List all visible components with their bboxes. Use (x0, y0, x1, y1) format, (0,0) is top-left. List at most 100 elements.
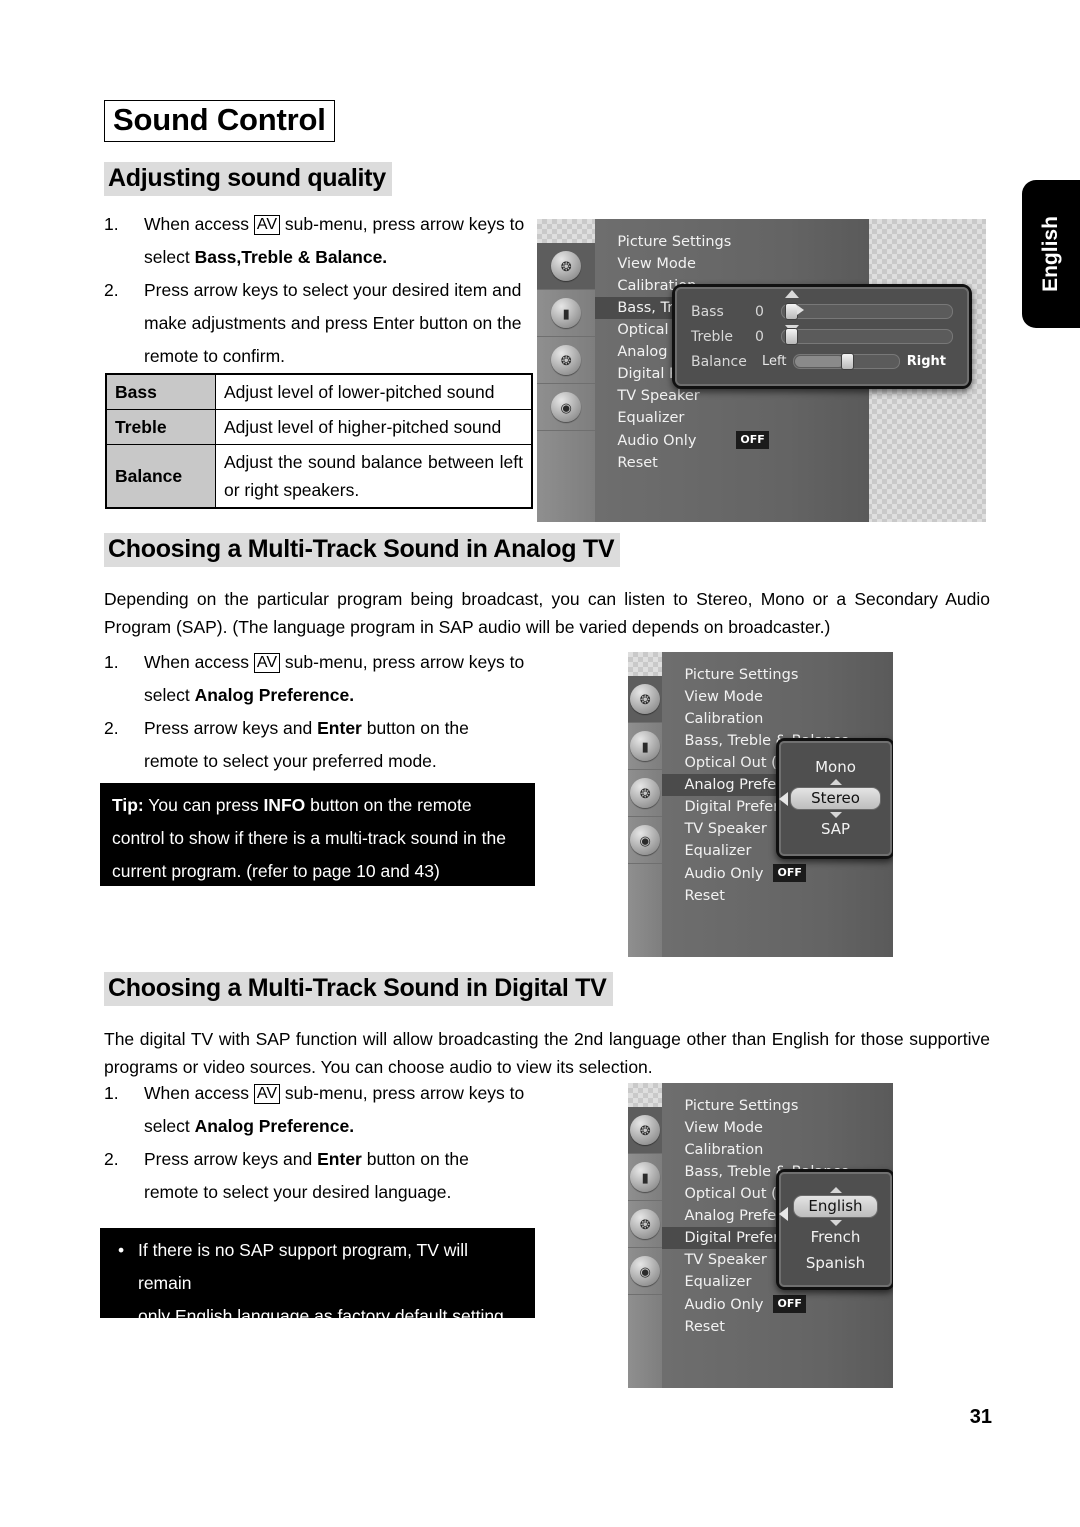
slider-row-treble: Treble 0 (691, 328, 953, 345)
table-cell-key: Balance (105, 444, 216, 509)
osd-icon-camera[interactable]: ◉ (537, 384, 596, 432)
table-cell-key: Bass (105, 373, 216, 410)
step-text: When access AV sub-menu, press arrow key… (144, 1077, 534, 1143)
av-key-icon: AV (253, 215, 281, 235)
table-row: Balance Adjust the sound balance between… (105, 444, 533, 509)
osd-icon-strip: ❂ ▮ ❂ ◉ (628, 1107, 663, 1388)
osd-icon-audio[interactable]: ❂ (628, 1201, 663, 1249)
table-cell-value: Adjust the sound balance between left or… (215, 444, 533, 509)
page-number: 31 (969, 1406, 992, 1428)
option-french[interactable]: French (811, 1228, 861, 1247)
step-line: Press arrow keys and Enter button on the (144, 1149, 469, 1169)
steps-section-2: 1. When access AV sub-menu, press arrow … (104, 646, 534, 778)
osd-icon-picture[interactable]: ❂ (537, 243, 596, 291)
option-sap[interactable]: SAP (821, 820, 850, 839)
audio-only-status-badge: OFF (773, 1295, 806, 1313)
av-key-icon: AV (253, 1084, 281, 1104)
step-item: 2. Press arrow keys and Enter button on … (104, 712, 534, 778)
osd-screenshot-bass-treble-balance: ❂ ▮ ❂ ◉ Picture Settings View Mode Calib… (537, 219, 986, 522)
osd-language-selector: English French Spanish (776, 1169, 893, 1290)
osd-menu-item-view-mode[interactable]: View Mode (662, 1117, 893, 1139)
osd-menu-item-calibration[interactable]: Calibration (662, 708, 893, 730)
slider-label: Balance (691, 353, 747, 370)
audio-icon: ❂ (630, 1209, 661, 1240)
treble-slider-knob[interactable] (785, 328, 799, 345)
balance-slider-knob[interactable] (841, 353, 855, 370)
display-icon: ▮ (551, 298, 582, 329)
option-english-selected[interactable]: English (793, 1194, 878, 1218)
note-line: control to show if there is a multi-trac… (112, 828, 506, 848)
step-text: Press arrow keys and Enter button on the… (144, 1143, 534, 1209)
step-number: 2. (104, 280, 119, 300)
step-item: 1. When access AV sub-menu, press arrow … (104, 1077, 534, 1143)
option-spanish[interactable]: Spanish (806, 1254, 865, 1273)
step-text: Press arrow keys and Enter button on the… (144, 712, 534, 778)
slider-value: 0 (755, 303, 764, 320)
osd-menu-item-audio-only[interactable]: Audio Only OFF (662, 862, 893, 885)
audio-only-status-badge: OFF (773, 864, 806, 882)
audio-only-status-badge: OFF (736, 431, 769, 449)
balance-right-label: Right (906, 354, 946, 369)
bass-slider-knob[interactable] (784, 290, 805, 333)
osd-icon-camera[interactable]: ◉ (628, 1248, 663, 1296)
language-tab: English (1022, 180, 1080, 328)
osd-icon-display[interactable]: ▮ (628, 723, 663, 771)
option-mono[interactable]: Mono (815, 758, 856, 777)
osd-menu-item-calibration[interactable]: Calibration (662, 1139, 893, 1161)
osd-menu-item-reset[interactable]: Reset (662, 1316, 893, 1338)
bass-slider[interactable] (781, 290, 953, 333)
sound-definitions-table: Bass Adjust level of lower-pitched sound… (105, 373, 533, 509)
osd-icon-audio[interactable]: ❂ (537, 337, 596, 385)
osd-icon-camera[interactable]: ◉ (628, 817, 663, 865)
arrow-up-icon (784, 290, 799, 298)
audio-icon: ❂ (630, 778, 661, 809)
osd-menu-item-reset[interactable]: Reset (595, 452, 869, 474)
osd-icon-picture[interactable]: ❂ (628, 676, 663, 724)
section-heading-analog-multitrack: Choosing a Multi-Track Sound in Analog T… (104, 533, 621, 567)
picture-icon: ❂ (551, 251, 582, 282)
balance-slider-fill (795, 356, 845, 367)
table-cell-value: Adjust level of lower-pitched sound (215, 373, 533, 410)
osd-menu-item-view-mode[interactable]: View Mode (662, 686, 893, 708)
option-stereo-selected[interactable]: Stereo (790, 787, 881, 810)
step-line: When access AV sub-menu, press arrow key… (144, 214, 525, 235)
osd-menu-label: Audio Only (617, 433, 697, 449)
osd-menu-item-picture-settings[interactable]: Picture Settings (662, 664, 893, 686)
osd-menu-item-reset[interactable]: Reset (662, 885, 893, 907)
arrow-left-icon (779, 791, 788, 806)
arrow-left-icon (779, 1206, 788, 1221)
step-item: 2. Press arrow keys and Enter button on … (104, 1143, 534, 1209)
table-row: Treble Adjust level of higher-pitched so… (105, 409, 533, 445)
section-heading-adjusting-sound-quality: Adjusting sound quality (104, 162, 392, 196)
osd-icon-display[interactable]: ▮ (537, 290, 596, 338)
osd-menu-item-audio-only[interactable]: Audio Only OFF (595, 429, 869, 452)
osd-menu-item-picture-settings[interactable]: Picture Settings (662, 1095, 893, 1117)
osd-menu-item-equalizer[interactable]: Equalizer (595, 407, 869, 429)
osd-icon-audio[interactable]: ❂ (628, 770, 663, 818)
note-line: current program. (refer to page 10 and 4… (112, 861, 440, 881)
balance-slider[interactable] (793, 353, 900, 370)
picture-icon: ❂ (630, 1115, 661, 1146)
osd-icon-display[interactable]: ▮ (628, 1154, 663, 1202)
slider-label: Bass (691, 303, 724, 320)
step-line: remote to confirm. (144, 346, 286, 366)
osd-menu-item-picture-settings[interactable]: Picture Settings (595, 231, 869, 253)
osd-screenshot-digital-preference: ❂ ▮ ❂ ◉ Picture Settings View Mode Calib… (628, 1083, 893, 1388)
osd-menu-label: Audio Only (684, 1297, 764, 1313)
section-paragraph-digital: The digital TV with SAP function will al… (104, 1029, 990, 1077)
display-icon: ▮ (630, 731, 661, 762)
step-number: 2. (104, 1149, 119, 1169)
osd-menu-item-audio-only[interactable]: Audio Only OFF (662, 1293, 893, 1316)
osd-icon-strip: ❂ ▮ ❂ ◉ (628, 676, 663, 957)
arrow-up-icon (829, 779, 842, 785)
osd-icon-picture[interactable]: ❂ (628, 1107, 663, 1155)
arrow-up-icon (829, 1186, 842, 1193)
osd-menu-item-view-mode[interactable]: View Mode (595, 253, 869, 275)
tip-note-box: Tip: You can press INFO button on the re… (100, 783, 535, 886)
table-row: Bass Adjust level of lower-pitched sound (105, 373, 533, 410)
step-item: 1. When access AV sub-menu, press arrow … (104, 208, 534, 274)
camera-icon: ◉ (551, 392, 582, 423)
treble-slider[interactable] (781, 328, 953, 345)
note-line: only English language as factory default… (138, 1306, 509, 1326)
step-item: 2. Press arrow keys to select your desir… (104, 274, 534, 373)
